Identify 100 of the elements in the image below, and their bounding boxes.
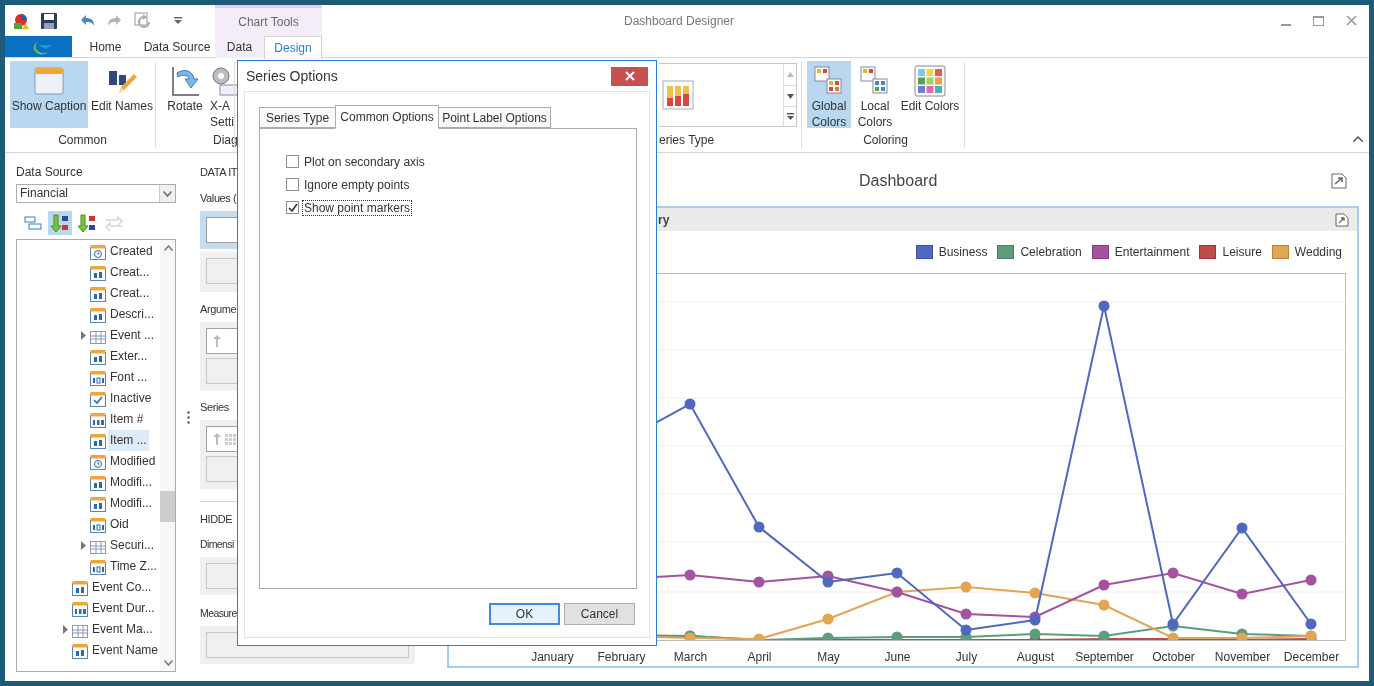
expand-arrow-icon[interactable] bbox=[81, 331, 86, 340]
splitter-grip-icon[interactable] bbox=[187, 411, 190, 424]
collapse-ribbon-icon[interactable] bbox=[1353, 136, 1363, 142]
number-field-icon bbox=[90, 558, 106, 575]
checkbox-label[interactable]: Show point markers bbox=[302, 199, 413, 216]
toolbar-button[interactable] bbox=[48, 211, 72, 235]
window-title: Dashboard Designer bbox=[623, 12, 735, 30]
date-field-icon bbox=[90, 453, 106, 470]
text-field-icon bbox=[90, 474, 106, 491]
stacked-bar-chart-icon[interactable] bbox=[662, 80, 694, 110]
field-label: Dimensi bbox=[200, 537, 234, 552]
checkbox[interactable] bbox=[286, 178, 299, 191]
field-label: Argume bbox=[200, 302, 237, 317]
tree-item[interactable]: Time Z... bbox=[108, 556, 159, 577]
scroll-up-icon[interactable] bbox=[164, 245, 174, 251]
ribbon-tab[interactable]: Data bbox=[215, 36, 264, 58]
export-icon[interactable] bbox=[1331, 173, 1347, 189]
text-field-icon bbox=[90, 432, 106, 449]
legend-label: Wedding bbox=[1294, 244, 1342, 262]
axis-label: February bbox=[597, 649, 646, 666]
dashboard-title: Dashboard bbox=[859, 171, 938, 191]
tree-item[interactable]: Item ... bbox=[108, 430, 149, 451]
tree-item[interactable]: Modifi... bbox=[108, 493, 154, 514]
tree-item[interactable]: Modifi... bbox=[108, 472, 154, 493]
group-label: Common bbox=[58, 132, 107, 149]
tree-item[interactable]: Creat... bbox=[108, 283, 152, 304]
field-label: Values ( bbox=[200, 191, 237, 206]
checkbox[interactable] bbox=[286, 155, 299, 168]
axis-label: September bbox=[1075, 649, 1134, 666]
tree-item[interactable]: Item # bbox=[108, 409, 146, 430]
ribbon-button[interactable]: Rotate bbox=[162, 61, 208, 128]
close-icon bbox=[624, 71, 635, 81]
tree-item[interactable]: Event Co... bbox=[90, 577, 154, 598]
tree-item[interactable]: Event Name bbox=[90, 640, 161, 661]
data-source-dropdown[interactable]: Financial bbox=[16, 184, 176, 203]
text-field-icon bbox=[90, 306, 106, 323]
tree-item[interactable]: Modified bbox=[108, 451, 158, 472]
checkbox[interactable] bbox=[286, 201, 299, 214]
tree-item[interactable]: Event ... bbox=[108, 325, 157, 346]
ribbon-tab[interactable]: Home bbox=[72, 36, 139, 58]
tree-item[interactable]: Exter... bbox=[108, 346, 150, 367]
checkbox-label[interactable]: Ignore empty points bbox=[302, 176, 412, 193]
boolean-field-icon bbox=[90, 390, 106, 407]
group-fields-icon bbox=[23, 213, 43, 233]
swap-arrows-icon bbox=[104, 213, 124, 233]
refresh-icon[interactable] bbox=[134, 11, 152, 30]
maximize-icon[interactable] bbox=[1313, 15, 1324, 26]
group-label: Coloring bbox=[863, 132, 908, 149]
gallery-dropdown-icon[interactable] bbox=[786, 113, 794, 120]
section-heading: DATA IT bbox=[200, 165, 238, 180]
axis-label: December bbox=[1283, 649, 1340, 666]
app-icon[interactable] bbox=[12, 11, 30, 30]
dropdown-caret-icon[interactable] bbox=[174, 16, 182, 25]
tree-item[interactable]: Created bbox=[108, 241, 155, 262]
ribbon-button[interactable]: Global Colors bbox=[807, 61, 851, 128]
field-label: Measure bbox=[200, 606, 237, 621]
dialog-tab[interactable]: Series Type bbox=[259, 107, 336, 128]
scrollbar-thumb[interactable] bbox=[160, 491, 175, 522]
integer-field-icon bbox=[90, 411, 106, 428]
ribbon-button[interactable]: Edit Names bbox=[90, 61, 154, 128]
ribbon-button[interactable]: Show Caption bbox=[10, 61, 88, 128]
group-label: Diag bbox=[213, 132, 238, 149]
scroll-down-icon[interactable] bbox=[786, 93, 794, 99]
save-icon[interactable] bbox=[40, 11, 58, 30]
check-icon bbox=[287, 203, 298, 212]
close-icon[interactable] bbox=[1346, 15, 1357, 26]
tree-item[interactable]: Font ... bbox=[108, 367, 150, 388]
tree-item[interactable]: Event Dur... bbox=[90, 598, 157, 619]
ribbon-tab[interactable]: Design bbox=[264, 36, 322, 59]
close-button[interactable] bbox=[611, 66, 648, 86]
export-icon[interactable] bbox=[1335, 212, 1349, 227]
dialog-tab[interactable]: Common Options bbox=[335, 105, 439, 129]
scroll-down-icon[interactable] bbox=[164, 660, 174, 666]
expand-arrow-icon[interactable] bbox=[81, 541, 86, 550]
tree-item[interactable]: Descri... bbox=[108, 304, 156, 325]
tree-item[interactable]: Oid bbox=[108, 514, 131, 535]
ribbon-button[interactable]: Local Colors bbox=[853, 61, 897, 128]
chart-type-gallery[interactable] bbox=[659, 63, 797, 127]
ribbon-button[interactable]: Edit Colors bbox=[899, 61, 961, 128]
dialog-tab[interactable]: Point Label Options bbox=[438, 107, 551, 128]
grip-icon bbox=[225, 433, 236, 445]
item-caption: ry bbox=[658, 211, 670, 229]
axis-label: March bbox=[673, 649, 708, 666]
checkbox-label[interactable]: Plot on secondary axis bbox=[302, 153, 427, 170]
axis-label: May bbox=[817, 649, 840, 666]
expand-arrow-icon[interactable] bbox=[63, 625, 68, 634]
tree-item[interactable]: Securi... bbox=[108, 535, 156, 556]
ribbon-tab[interactable]: Data Source bbox=[139, 36, 215, 58]
scrollbar[interactable] bbox=[160, 240, 175, 671]
up-arrow-icon bbox=[213, 335, 221, 347]
axis-label: April bbox=[747, 649, 772, 666]
text-field-icon bbox=[72, 579, 88, 596]
section-heading: HIDDE bbox=[200, 512, 233, 527]
tree-item[interactable]: Creat... bbox=[108, 262, 152, 283]
number-field-icon bbox=[90, 516, 106, 533]
dialog-button[interactable]: Cancel bbox=[564, 603, 635, 625]
tree-item[interactable]: Event Ma... bbox=[90, 619, 155, 640]
tree-item[interactable]: Inactive bbox=[108, 388, 154, 409]
dialog-button[interactable]: OK bbox=[489, 603, 560, 625]
legend-label: Celebration bbox=[1020, 244, 1082, 262]
